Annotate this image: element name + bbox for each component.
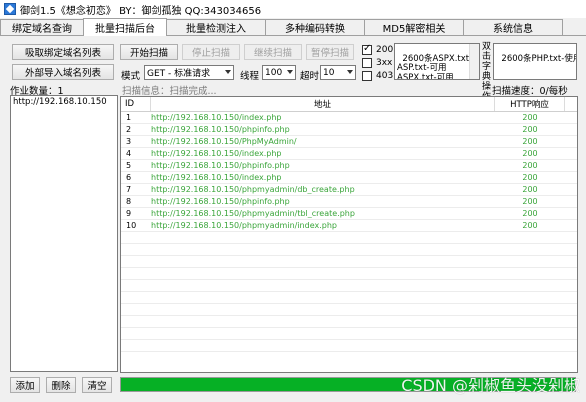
cell-id: 9 [126, 209, 132, 218]
cell-address: http://192.168.10.150/phpmyadmin/tbl_cre… [151, 209, 355, 218]
scan-info: 扫描信息：扫描完成... [122, 86, 217, 97]
timeout-label: 超时 [300, 71, 320, 82]
cell-address: http://192.168.10.150/phpinfo.php [151, 197, 290, 206]
cell-id: 2 [126, 125, 132, 134]
status-403-checkbox[interactable]: 403 [362, 71, 393, 81]
cell-address: http://192.168.10.150/phpmyadmin/index.p… [151, 221, 337, 230]
cell-status: 200 [522, 113, 538, 122]
chevron-down-icon [347, 70, 353, 74]
cell-id: 7 [126, 185, 132, 194]
checkbox-icon[interactable] [362, 58, 372, 68]
table-row[interactable]: 3 http://192.168.10.150/PhpMyAdmin/200 [121, 136, 577, 148]
cell-status: 200 [522, 173, 538, 182]
cell-address: http://192.168.10.150/phpmyadmin/db_crea… [151, 185, 355, 194]
tab-batch-scan-admin[interactable]: 批量扫描后台 [83, 18, 167, 36]
chevron-down-icon [225, 70, 231, 74]
cell-id: 8 [126, 197, 132, 206]
empty-row [121, 340, 577, 352]
empty-row [121, 280, 577, 292]
dictionary-side-label: 双击字典操作 [481, 42, 491, 102]
table-body: 1 http://192.168.10.150/index.php 200 2 http… [121, 112, 577, 352]
title-bar: 御剑1.5《想念初恋》 BY：御剑孤独 QQ:343034656 [0, 0, 586, 18]
stop-scan-button[interactable]: 停止扫描 [182, 44, 240, 60]
empty-row [121, 316, 577, 328]
table-header: ID 地址 HTTP响应 [121, 97, 577, 112]
cell-id: 3 [126, 137, 132, 146]
empty-row [121, 232, 577, 244]
cell-status: 200 [522, 149, 538, 158]
cell-address: http://192.168.10.150/index.php [151, 173, 282, 182]
empty-row [121, 244, 577, 256]
clear-button[interactable]: 清空 [82, 377, 112, 393]
column-id[interactable]: ID [121, 97, 151, 111]
cell-id: 1 [126, 113, 132, 122]
empty-row [121, 292, 577, 304]
cell-id: 4 [126, 149, 132, 158]
threads-select[interactable]: 100 [262, 65, 296, 80]
cell-status: 200 [522, 197, 538, 206]
checkbox-icon[interactable] [362, 71, 372, 81]
cell-id: 5 [126, 161, 132, 170]
status-3xx-checkbox[interactable]: 3xx [362, 58, 392, 68]
get-bound-domains-button[interactable]: 吸取绑定域名列表 [12, 44, 114, 60]
checkbox-icon[interactable] [362, 43, 372, 55]
window-title: 御剑1.5《想念初恋》 BY：御剑孤独 QQ:343034656 [20, 5, 262, 17]
table-row[interactable]: 7 http://192.168.10.150/phpmyadmin/db_cre… [121, 184, 577, 196]
tab-bar: 绑定域名查询 批量扫描后台 批量检测注入 多种编码转换 MD5解密相关 系统信息 [0, 18, 586, 36]
import-domain-list-button[interactable]: 外部导入域名列表 [12, 64, 114, 80]
cell-id: 10 [126, 221, 137, 230]
mode-select[interactable]: GET - 标准请求 [144, 65, 234, 80]
cell-address: http://192.168.10.150/phpinfo.php [151, 125, 290, 134]
delete-button[interactable]: 删除 [46, 377, 76, 393]
cell-id: 6 [126, 173, 132, 182]
pause-scan-button[interactable]: 暂停扫描 [306, 44, 354, 60]
cell-status: 200 [522, 161, 538, 170]
chevron-down-icon [287, 70, 293, 74]
tab-domain-query[interactable]: 绑定域名查询 [0, 19, 84, 35]
empty-row [121, 304, 577, 316]
empty-row [121, 328, 577, 340]
cell-status: 200 [522, 125, 538, 134]
tab-batch-injection[interactable]: 批量检测注入 [166, 19, 266, 35]
mode-label: 模式 [121, 71, 141, 82]
cell-address: http://192.168.10.150/phpinfo.php [151, 161, 290, 170]
domain-list[interactable]: http://192.168.10.150 [10, 95, 118, 372]
cell-address: http://192.168.10.150/index.php [151, 149, 282, 158]
table-row[interactable]: 1 http://192.168.10.150/index.php 200 [121, 112, 577, 124]
scrollbar[interactable] [469, 44, 479, 79]
column-http-status[interactable]: HTTP响应 [495, 97, 565, 111]
add-button[interactable]: 添加 [10, 377, 40, 393]
tab-md5-decrypt[interactable]: MD5解密相关 [364, 19, 464, 35]
empty-row [121, 256, 577, 268]
table-row[interactable]: 9 http://192.168.10.150/phpmyadmin/tbl_cr… [121, 208, 577, 220]
domain-list-item[interactable]: http://192.168.10.150 [13, 97, 115, 107]
threads-label: 线程 [240, 71, 260, 82]
column-address[interactable]: 地址 [151, 97, 495, 111]
php-dictionary-list[interactable]: 2600条PHP.txt-使用 [493, 43, 577, 80]
status-200-checkbox[interactable]: 200 [362, 43, 393, 55]
cell-status: 200 [522, 185, 538, 194]
cell-status: 200 [522, 221, 538, 230]
scan-speed: 扫描速度：0/每秒 [492, 86, 568, 97]
results-table[interactable]: ID 地址 HTTP响应 1 http://192.168.10.150/inde… [120, 96, 578, 373]
timeout-select[interactable]: 10 [320, 65, 356, 80]
table-row[interactable]: 10 http://192.168.10.150/phpmyadmin/index… [121, 220, 577, 232]
table-row[interactable]: 4 http://192.168.10.150/index.php 200 [121, 148, 577, 160]
tab-encoding-convert[interactable]: 多种编码转换 [265, 19, 365, 35]
cell-address: http://192.168.10.150/index.php [151, 113, 282, 122]
cell-status: 200 [522, 137, 538, 146]
table-row[interactable]: 8 http://192.168.10.150/phpinfo.php 200 [121, 196, 577, 208]
cell-address: http://192.168.10.150/PhpMyAdmin/ [151, 137, 297, 146]
empty-row [121, 268, 577, 280]
resume-scan-button[interactable]: 继续扫描 [244, 44, 302, 60]
table-row[interactable]: 6 http://192.168.10.150/index.php 200 [121, 172, 577, 184]
table-row[interactable]: 2 http://192.168.10.150/phpinfo.php 200 [121, 124, 577, 136]
tab-system-info[interactable]: 系统信息 [463, 19, 563, 35]
table-row[interactable]: 5 http://192.168.10.150/phpinfo.php 200 [121, 160, 577, 172]
cell-status: 200 [522, 209, 538, 218]
asp-dictionary-list[interactable]: 2600条ASPX.txt-可 ASP.txt-可用 ASPX.txt-可用 [394, 43, 480, 80]
start-scan-button[interactable]: 开始扫描 [120, 44, 178, 60]
app-icon [4, 3, 16, 15]
watermark: CSDN @剁椒鱼头没剁椒 [401, 376, 580, 395]
